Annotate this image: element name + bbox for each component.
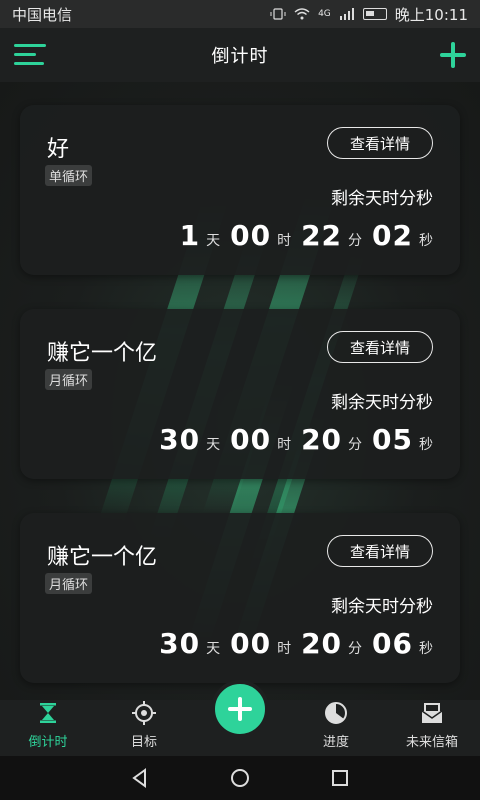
day-unit: 天 — [206, 641, 221, 657]
minutes-value: 20 — [301, 423, 343, 456]
seconds-value: 02 — [372, 219, 413, 252]
minutes-value: 20 — [301, 627, 343, 660]
nav-item-countdown[interactable]: 倒计时 — [0, 700, 96, 756]
day-unit: 天 — [206, 437, 221, 453]
mailbox-icon — [421, 703, 443, 723]
minute-unit: 分 — [348, 233, 363, 249]
status-icons: 4G 晚上10:11 — [270, 4, 468, 25]
remaining-label: 剩余天时分秒 — [331, 597, 433, 617]
second-unit: 秒 — [419, 641, 433, 657]
days-value: 30 — [159, 627, 201, 660]
hours-value: 00 — [230, 423, 272, 456]
vibrate-icon — [270, 8, 286, 20]
target-icon — [132, 701, 156, 725]
nav-label: 目标 — [130, 735, 157, 750]
cycle-tag: 月循环 — [45, 573, 93, 594]
nav-label: 未来信箱 — [405, 735, 458, 750]
countdown-timer: 30 天 00 时 20 分 05 秒 — [159, 423, 433, 456]
minute-unit: 分 — [348, 641, 363, 657]
status-bar: 中国电信 4G 晚上10:11 — [0, 0, 480, 28]
app-header: 倒计时 — [0, 28, 480, 82]
day-unit: 天 — [206, 233, 221, 249]
nav-item-target[interactable]: 目标 — [96, 700, 192, 756]
cycle-tag: 月循环 — [45, 369, 93, 390]
card-title: 赚它一个亿 — [47, 341, 158, 366]
minutes-value: 22 — [301, 219, 343, 252]
nav-label: 进度 — [322, 735, 349, 750]
recents-icon[interactable] — [329, 767, 351, 789]
countdown-timer: 30 天 00 时 20 分 06 秒 — [159, 627, 433, 660]
menu-icon[interactable] — [14, 42, 46, 68]
network-label: 4G — [318, 9, 331, 19]
signal-icon — [339, 8, 354, 20]
back-icon[interactable] — [129, 767, 151, 789]
hours-value: 00 — [230, 219, 272, 252]
nav-item-progress[interactable]: 进度 — [288, 700, 384, 756]
cycle-tag: 单循环 — [45, 165, 93, 186]
add-countdown-button[interactable] — [211, 680, 269, 738]
nav-item-mailbox[interactable]: 未来信箱 — [384, 700, 480, 756]
home-icon[interactable] — [229, 767, 251, 789]
countdown-card[interactable]: 赚它一个亿 月循环 查看详情 剩余天时分秒 30 天 00 时 20 分 05 … — [20, 309, 460, 479]
minute-unit: 分 — [348, 437, 363, 453]
second-unit: 秒 — [419, 233, 433, 249]
hour-unit: 时 — [277, 641, 292, 657]
view-details-button[interactable]: 查看详情 — [327, 127, 433, 159]
card-title: 好 — [47, 137, 70, 162]
view-details-button[interactable]: 查看详情 — [327, 331, 433, 363]
nav-label: 倒计时 — [28, 735, 68, 750]
countdown-card[interactable]: 赚它一个亿 月循环 查看详情 剩余天时分秒 30 天 00 时 20 分 06 … — [20, 513, 460, 683]
pie-progress-icon — [325, 702, 347, 724]
second-unit: 秒 — [419, 437, 433, 453]
remaining-label: 剩余天时分秒 — [331, 189, 433, 209]
system-nav-bar — [0, 756, 480, 800]
remaining-label: 剩余天时分秒 — [331, 393, 433, 413]
countdown-timer: 1 天 00 时 22 分 02 秒 — [180, 219, 433, 252]
view-details-button[interactable]: 查看详情 — [327, 535, 433, 567]
days-value: 1 — [179, 219, 201, 252]
seconds-value: 06 — [372, 627, 413, 660]
countdown-card[interactable]: 好 单循环 查看详情 剩余天时分秒 1 天 00 时 22 分 02 秒 — [20, 105, 460, 275]
battery-icon — [362, 8, 387, 20]
carrier-label: 中国电信 — [12, 5, 73, 24]
card-title: 赚它一个亿 — [47, 545, 158, 570]
wifi-icon — [294, 8, 310, 20]
hourglass-icon — [40, 703, 56, 723]
hour-unit: 时 — [277, 437, 292, 453]
hour-unit: 时 — [277, 233, 292, 249]
days-value: 30 — [159, 423, 201, 456]
seconds-value: 05 — [372, 423, 413, 456]
add-icon[interactable] — [438, 40, 468, 70]
hours-value: 00 — [230, 627, 272, 660]
page-title: 倒计时 — [211, 46, 269, 67]
clock-label: 晚上10:11 — [394, 5, 468, 24]
